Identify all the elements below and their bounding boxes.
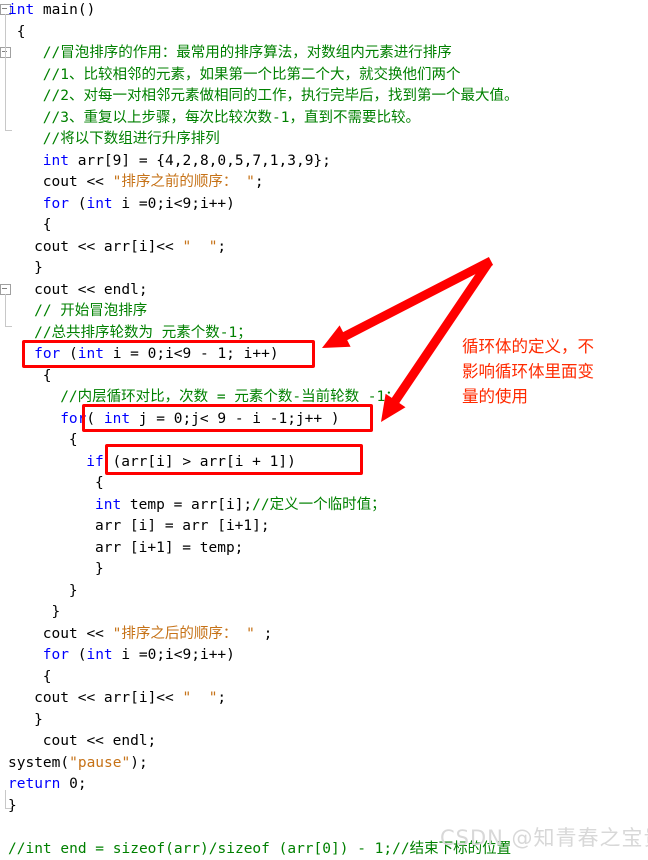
code-token: temp = arr[i];	[121, 497, 252, 513]
code-line[interactable]: cout << "排序之后的顺序： " ;	[0, 624, 648, 646]
code-token: for	[43, 647, 69, 663]
code-line[interactable]: //1、比较相邻的元素，如果第一个比第二个大，就交换他们两个	[0, 65, 648, 87]
code-token: //将以下数组进行升序排列	[43, 131, 220, 147]
code-line[interactable]: //2、对每一对相邻元素做相同的工作，执行完毕后，找到第一个最大值。	[0, 86, 648, 108]
code-line[interactable]: }	[0, 710, 648, 732]
code-token: ;	[217, 239, 226, 255]
code-line[interactable]: }	[0, 796, 648, 818]
code-token: }	[52, 604, 61, 620]
code-token: cout <<	[43, 174, 113, 190]
code-token: //int end = sizeof(arr)/sizeof (arr[0]) …	[8, 841, 511, 857]
code-token: {	[43, 669, 52, 685]
code-line[interactable]: }	[0, 602, 648, 624]
code-token: ;	[255, 626, 272, 642]
code-token: //内层循环对比，次数 = 元素个数-当前轮数 -1；	[60, 389, 400, 405]
code-line[interactable]: cout << endl;	[0, 280, 648, 302]
code-line[interactable]: {	[0, 215, 648, 237]
code-token: //定义一个临时值；	[252, 497, 385, 513]
code-token: int	[8, 2, 34, 18]
csdn-watermark: CSDN @知青春之宝贵	[440, 822, 648, 852]
if-condition-box	[105, 444, 363, 475]
code-token: int	[86, 196, 112, 212]
code-token: int	[43, 153, 69, 169]
code-token: {	[69, 432, 78, 448]
code-token: ;	[217, 690, 226, 706]
code-token: {	[17, 24, 26, 40]
code-token: if	[86, 454, 103, 470]
code-token: {	[43, 217, 52, 233]
code-token: for	[43, 196, 69, 212]
code-token: arr [i+1] = temp;	[95, 540, 243, 556]
code-line[interactable]: arr [i+1] = temp;	[0, 538, 648, 560]
code-line[interactable]: cout << endl;	[0, 731, 648, 753]
code-token: //2、对每一对相邻元素做相同的工作，执行完毕后，找到第一个最大值。	[43, 88, 519, 104]
code-token: "排序之后的顺序： "	[113, 626, 255, 642]
code-token: return	[8, 776, 60, 792]
code-token: cout << endl;	[43, 733, 157, 749]
code-line[interactable]: //冒泡排序的作用：最常用的排序算法，对数组内元素进行排序	[0, 43, 648, 65]
code-line[interactable]: arr [i] = arr [i+1];	[0, 516, 648, 538]
code-token: // 开始冒泡排序	[34, 303, 147, 319]
code-line[interactable]: }	[0, 581, 648, 603]
code-token: main()	[34, 2, 95, 18]
code-line[interactable]: system("pause");	[0, 753, 648, 775]
code-line[interactable]: cout << "排序之前的顺序： ";	[0, 172, 648, 194]
code-line[interactable]: {	[0, 473, 648, 495]
code-token: "pause"	[69, 755, 130, 771]
code-token: {	[43, 368, 52, 384]
code-token: }	[8, 798, 17, 814]
code-line[interactable]: //3、重复以上步骤，每次比较次数-1，直到不需要比较。	[0, 108, 648, 130]
code-editor-canvas: int main() { //冒泡排序的作用：最常用的排序算法，对数组内元素进行排序…	[0, 0, 648, 858]
code-token: system(	[8, 755, 69, 771]
code-line[interactable]: //将以下数组进行升序排列	[0, 129, 648, 151]
code-token: cout << arr[i]<<	[34, 690, 182, 706]
code-line[interactable]: // 开始冒泡排序	[0, 301, 648, 323]
code-line[interactable]: return 0;	[0, 774, 648, 796]
inner-for-loop-box	[82, 404, 373, 432]
code-token: cout << endl;	[34, 282, 148, 298]
code-token: );	[130, 755, 147, 771]
code-token: "排序之前的顺序： "	[113, 174, 255, 190]
code-token: (	[69, 196, 86, 212]
code-line[interactable]: int arr[9] = {4,2,8,0,5,7,1,3,9};	[0, 151, 648, 173]
code-token: }	[95, 561, 104, 577]
code-token: }	[34, 260, 43, 276]
annotation-note-text: 循环体的定义，不 影响循环体里面变 量的使用	[462, 334, 594, 409]
code-line[interactable]: }	[0, 258, 648, 280]
outer-for-loop-box	[22, 340, 315, 368]
code-token: " "	[183, 690, 218, 706]
code-token: (	[69, 647, 86, 663]
code-line[interactable]: for (int i =0;i<9;i++)	[0, 645, 648, 667]
code-line[interactable]: int main()	[0, 0, 648, 22]
code-token: ;	[255, 174, 264, 190]
code-line[interactable]: int temp = arr[i];//定义一个临时值；	[0, 495, 648, 517]
code-token: int	[95, 497, 121, 513]
code-token: arr [i] = arr [i+1];	[95, 518, 270, 534]
code-line[interactable]: }	[0, 559, 648, 581]
code-token: //3、重复以上步骤，每次比较次数-1，直到不需要比较。	[43, 110, 420, 126]
code-token: arr[9] = {4,2,8,0,5,7,1,3,9};	[69, 153, 331, 169]
code-line[interactable]: for (int i =0;i<9;i++)	[0, 194, 648, 216]
code-line[interactable]: {	[0, 667, 648, 689]
code-line[interactable]: cout << arr[i]<< " ";	[0, 237, 648, 259]
code-token: i =0;i<9;i++)	[113, 647, 235, 663]
code-token: " "	[183, 239, 218, 255]
code-token: cout <<	[43, 626, 113, 642]
code-token: //1、比较相邻的元素，如果第一个比第二个大，就交换他们两个	[43, 67, 461, 83]
code-token: i =0;i<9;i++)	[113, 196, 235, 212]
code-token: cout << arr[i]<<	[34, 239, 182, 255]
code-line[interactable]: cout << arr[i]<< " ";	[0, 688, 648, 710]
code-token: }	[34, 712, 43, 728]
code-token: }	[69, 583, 78, 599]
code-token: //总共排序轮数为 元素个数-1；	[34, 325, 252, 341]
code-token: 0;	[60, 776, 86, 792]
code-token: //冒泡排序的作用：最常用的排序算法，对数组内元素进行排序	[43, 45, 452, 61]
code-token: int	[86, 647, 112, 663]
code-line[interactable]: {	[0, 22, 648, 44]
code-token: {	[95, 475, 104, 491]
